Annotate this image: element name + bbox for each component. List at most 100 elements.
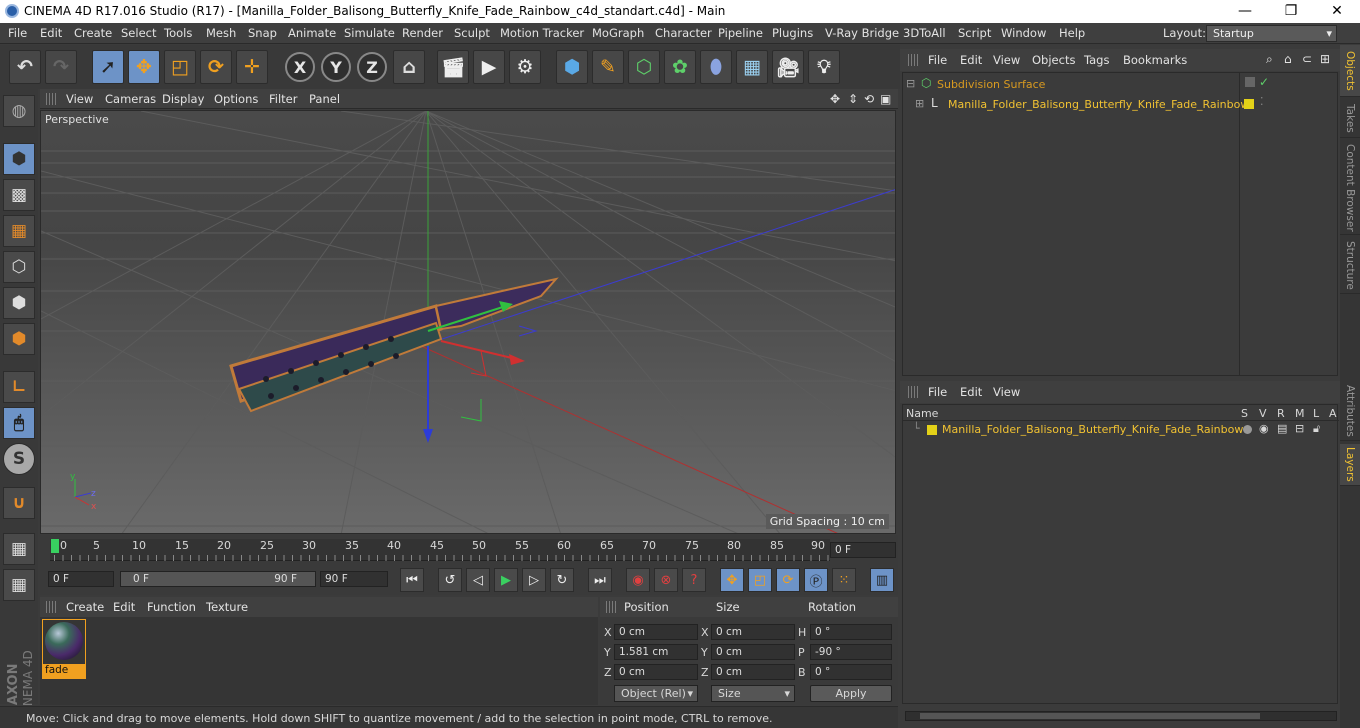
tab-takes[interactable]: Takes: [1340, 100, 1360, 138]
texture-mode-button[interactable]: ▩: [3, 179, 35, 211]
material-menu-texture[interactable]: Texture: [206, 600, 248, 614]
add-spline-button[interactable]: ✎: [592, 50, 624, 84]
object-row[interactable]: ⊞ L Manilla_Folder_Balisong_Butterfly_Kn…: [903, 95, 1339, 113]
menu-plugins[interactable]: Plugins: [772, 26, 813, 40]
frame-range-slider[interactable]: 0 F 90 F: [120, 571, 316, 587]
menu-script[interactable]: Script: [958, 26, 991, 40]
material-menu-edit[interactable]: Edit: [113, 600, 135, 614]
workplane-align-button[interactable]: ▦: [3, 569, 35, 601]
viewport-zoom-icon[interactable]: ⇕: [848, 92, 858, 106]
eye-icon[interactable]: ◉: [1259, 422, 1269, 435]
viewport-menu-panel[interactable]: Panel: [309, 92, 340, 106]
go-to-end-button[interactable]: ⏭: [588, 568, 612, 592]
menu-sculpt[interactable]: Sculpt: [454, 26, 490, 40]
key-pla-button[interactable]: ⁙: [832, 568, 856, 592]
menu-select[interactable]: Select: [121, 26, 156, 40]
menu-simulate[interactable]: Simulate: [344, 26, 395, 40]
current-frame-field[interactable]: 0 F: [830, 542, 896, 558]
material-swatch-fade[interactable]: fade: [42, 619, 86, 679]
tab-attributes[interactable]: Attributes: [1340, 381, 1360, 441]
key-rotation-button[interactable]: ⟳: [776, 568, 800, 592]
checkmark-icon[interactable]: ✓: [1259, 75, 1269, 89]
scrollbar-thumb[interactable]: [920, 713, 1260, 719]
menu-pipeline[interactable]: Pipeline: [718, 26, 763, 40]
menu-help[interactable]: Help: [1059, 26, 1085, 40]
axis-mode-button[interactable]: ∟: [3, 371, 35, 403]
previous-frame-button[interactable]: ◁: [466, 568, 490, 592]
make-editable-button[interactable]: ◍: [3, 95, 35, 127]
objects-menu-edit[interactable]: Edit: [960, 53, 982, 67]
horizontal-scrollbar[interactable]: [905, 711, 1337, 721]
size-x-field[interactable]: 0 cm: [711, 624, 795, 640]
redo-button[interactable]: ↷: [45, 50, 77, 84]
layer-row[interactable]: └ Manilla_Folder_Balisong_Butterfly_Knif…: [903, 422, 1339, 438]
scale-tool-button[interactable]: ◰: [164, 50, 196, 84]
home-icon[interactable]: ⌂: [1284, 52, 1292, 66]
position-z-field[interactable]: 0 cm: [614, 664, 698, 680]
viewport-menu-filter[interactable]: Filter: [269, 92, 297, 106]
go-to-start-button[interactable]: ⏮: [400, 568, 424, 592]
layer-color-swatch[interactable]: [927, 425, 937, 435]
layer-color-swatch[interactable]: [1244, 99, 1254, 109]
next-key-button[interactable]: ↻: [550, 568, 574, 592]
3d-viewport[interactable]: y z x Perspective Grid Spacing : 10 cm: [40, 110, 896, 534]
rotation-p-field[interactable]: -90 °: [810, 644, 892, 660]
coordinate-mode-dropdown[interactable]: Object (Rel) ▾: [614, 685, 698, 702]
tab-content-browser[interactable]: Content Browser: [1340, 141, 1360, 235]
size-mode-dropdown[interactable]: Size ▾: [711, 685, 795, 702]
add-subdivision-button[interactable]: ⬡: [628, 50, 660, 84]
y-axis-lock-button[interactable]: Y: [321, 52, 351, 82]
key-position-button[interactable]: ✥: [720, 568, 744, 592]
timeline-ruler[interactable]: 0 5 10 15 20 25 30 35 40 45 50 55 60 65 …: [40, 535, 898, 565]
maximize-button[interactable]: ❐: [1268, 0, 1314, 23]
points-mode-button[interactable]: ⬡: [3, 251, 35, 283]
menu-motion-tracker[interactable]: Motion Tracker: [500, 26, 584, 40]
objects-menu-objects[interactable]: Objects: [1032, 53, 1075, 67]
menu-tools[interactable]: Tools: [164, 26, 192, 40]
viewport-menu-options[interactable]: Options: [214, 92, 258, 106]
polygons-mode-button[interactable]: ⬢: [3, 323, 35, 355]
menu-render[interactable]: Render: [402, 26, 443, 40]
material-menu-create[interactable]: Create: [66, 600, 104, 614]
previous-key-button[interactable]: ↺: [438, 568, 462, 592]
position-x-field[interactable]: 0 cm: [614, 624, 698, 640]
x-axis-lock-button[interactable]: X: [285, 52, 315, 82]
menu-mograph[interactable]: MoGraph: [592, 26, 644, 40]
size-y-field[interactable]: 0 cm: [711, 644, 795, 660]
world-coordinate-button[interactable]: ⌂: [393, 50, 425, 84]
auto-keying-button[interactable]: ⊗: [654, 568, 678, 592]
tab-structure[interactable]: Structure: [1340, 238, 1360, 294]
render-view-button[interactable]: 🎬︎: [437, 50, 469, 84]
play-button[interactable]: ▶: [494, 568, 518, 592]
objects-menu-view[interactable]: View: [993, 53, 1020, 67]
add-light-button[interactable]: 💡︎: [808, 50, 840, 84]
apply-button[interactable]: Apply: [810, 685, 892, 702]
workplane-mode-button[interactable]: ▦: [3, 215, 35, 247]
rotation-h-field[interactable]: 0 °: [810, 624, 892, 640]
visibility-dots-icon[interactable]: ⁚: [1260, 95, 1264, 108]
menu-mesh[interactable]: Mesh: [206, 26, 236, 40]
menu-window[interactable]: Window: [1001, 26, 1046, 40]
recent-tool-button[interactable]: ✛: [236, 50, 268, 84]
render-picture-viewer-button[interactable]: ▶: [473, 50, 505, 84]
menu-create[interactable]: Create: [74, 26, 112, 40]
viewport-rotate-icon[interactable]: ⟲: [864, 92, 874, 106]
keyframe-selection-button[interactable]: ?: [682, 568, 706, 592]
menu-snap[interactable]: Snap: [248, 26, 277, 40]
link-icon[interactable]: ⊂: [1302, 52, 1312, 66]
layers-menu-file[interactable]: File: [928, 385, 947, 399]
collapse-icon[interactable]: ⊟: [906, 77, 915, 90]
add-floor-button[interactable]: ▦: [736, 50, 768, 84]
viewport-menu-view[interactable]: View: [66, 92, 93, 106]
viewport-move-icon[interactable]: ✥: [830, 92, 840, 106]
workplane-lock-button[interactable]: ▦: [3, 533, 35, 565]
add-deformer-button[interactable]: ⬮: [700, 50, 732, 84]
solo-button[interactable]: S: [3, 443, 35, 475]
new-window-icon[interactable]: ⊞: [1320, 52, 1330, 66]
model-mode-button[interactable]: ⬢: [3, 143, 35, 175]
material-menu-function[interactable]: Function: [147, 600, 196, 614]
layers-menu-edit[interactable]: Edit: [960, 385, 982, 399]
next-frame-button[interactable]: ▷: [522, 568, 546, 592]
add-mograph-button[interactable]: ✿: [664, 50, 696, 84]
snap-button[interactable]: ∪: [3, 487, 35, 519]
